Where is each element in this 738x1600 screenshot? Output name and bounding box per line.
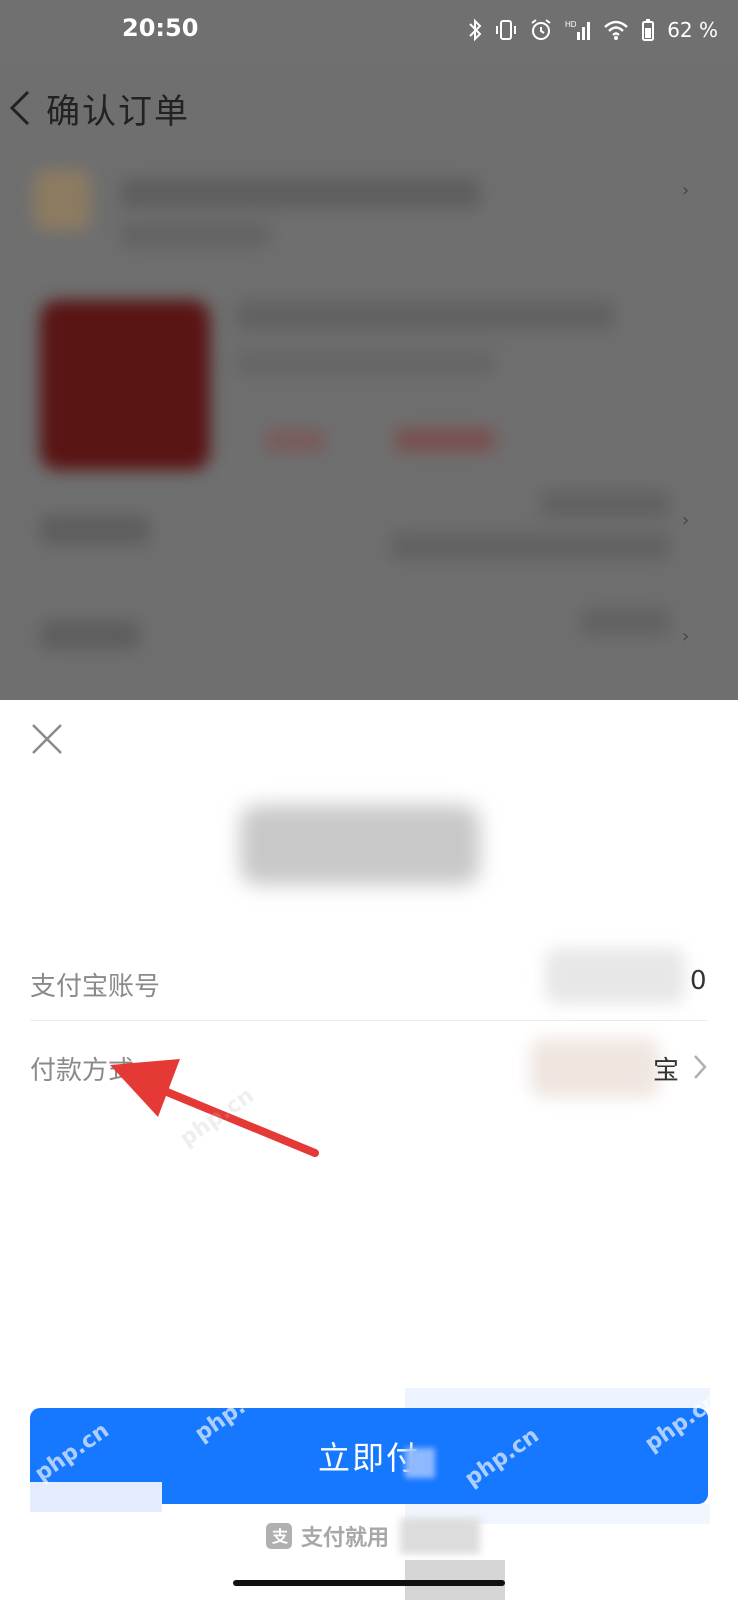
background-overlay[interactable]: › › › [0,60,738,700]
close-icon[interactable] [30,722,64,760]
status-time: 20:50 [122,14,199,42]
bg-chevron: › [682,510,690,531]
bg-chevron: › [682,626,690,647]
mosaic-block [30,1482,162,1512]
back-arrow-icon[interactable] [6,88,36,132]
footer-label: 支付就用 [301,1526,390,1551]
alipay-account-value [545,948,685,1004]
blurred-row-label-1 [40,515,150,545]
blurred-row-value-3 [580,608,670,636]
pay-label-blur [405,1448,435,1478]
blurred-shop-name [120,178,480,208]
blurred-product-price [265,430,325,452]
blurred-product-image [40,300,210,470]
battery-percent: 62 % [667,18,718,42]
blurred-product-tag [395,428,495,452]
alipay-logo-icon: 支 [266,1523,292,1549]
signal-hd-icon: HD [565,20,591,40]
payment-amount [240,805,480,885]
blurred-row-value-2 [390,532,670,560]
footer-blur [400,1518,480,1554]
vibrate-icon [496,20,517,40]
blurred-shop-icon [34,170,90,230]
svg-text:支: 支 [271,1527,289,1546]
svg-text:HD: HD [565,20,577,29]
mosaic-block [405,1388,710,1408]
bg-chevron: › [682,180,690,201]
wifi-icon [604,20,628,40]
blurred-product-title [235,300,615,330]
battery-icon [642,19,655,41]
chevron-right-icon[interactable] [690,1052,710,1086]
blurred-row-value-1 [540,490,670,518]
alipay-account-tail: 0 [690,966,707,996]
blurred-shop-sub [120,222,270,248]
blurred-product-spec [235,350,495,376]
row-divider [30,1020,708,1021]
payment-method-value[interactable] [530,1038,660,1098]
alarm-icon [531,19,551,40]
page-title: 确认订单 [46,92,190,132]
payment-method-tail[interactable]: 宝 [653,1050,679,1087]
home-indicator[interactable] [233,1580,505,1586]
footer-brand: 支 支付就用 [265,1520,389,1552]
bluetooth-icon [469,18,482,42]
blurred-row-label-2 [40,620,140,650]
alipay-account-label: 支付宝账号 [30,972,161,1002]
status-icons: HD 62 % [467,14,718,46]
